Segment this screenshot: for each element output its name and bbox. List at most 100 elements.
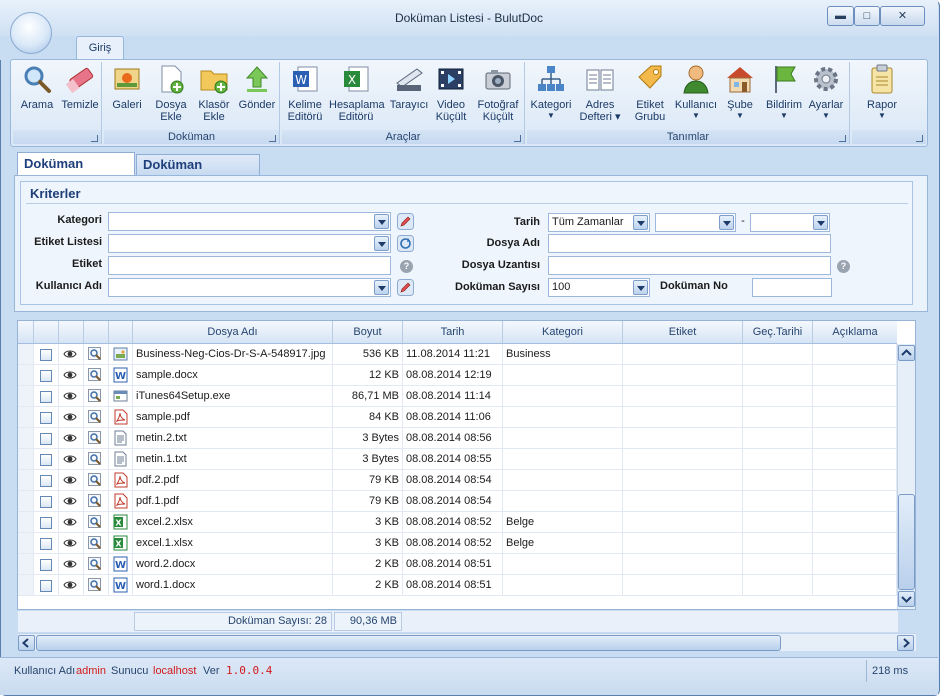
- preview-icon[interactable]: [88, 347, 102, 361]
- column-header-boyut[interactable]: Boyut: [333, 321, 403, 343]
- help-icon[interactable]: ?: [400, 260, 413, 273]
- column-header-etiket[interactable]: Etiket: [623, 321, 743, 343]
- kelime-editoru-button[interactable]: W Kelime Editörü: [283, 63, 327, 123]
- fotograf-kucult-button[interactable]: Fotoğraf Küçült: [473, 63, 523, 123]
- temizle-button[interactable]: Temizle: [57, 63, 103, 111]
- dosya-adi-input[interactable]: [548, 234, 831, 253]
- column-header-kategori[interactable]: Kategori: [503, 321, 623, 343]
- preview-icon[interactable]: [88, 431, 102, 445]
- dokuman-no-input[interactable]: [752, 278, 832, 297]
- edit-icon[interactable]: [397, 279, 414, 296]
- dosya-uzantisi-input[interactable]: [548, 256, 831, 275]
- tarih-from-select[interactable]: [655, 213, 736, 232]
- eye-icon[interactable]: [63, 432, 77, 444]
- etiket-listesi-select[interactable]: [108, 234, 391, 253]
- row-checkbox[interactable]: [40, 433, 52, 445]
- view-column-header[interactable]: [59, 321, 84, 343]
- scroll-thumb[interactable]: [898, 494, 915, 590]
- row-checkbox[interactable]: [40, 580, 52, 592]
- scroll-right-button[interactable]: [897, 635, 914, 651]
- chevron-down-icon[interactable]: [633, 215, 648, 230]
- row-checkbox[interactable]: [40, 349, 52, 361]
- table-row[interactable]: pdf.2.pdf 79 KB 08.08.2014 08:54: [18, 470, 897, 491]
- kategori-select[interactable]: [108, 212, 391, 231]
- tarayici-button[interactable]: Tarayıcı: [387, 63, 431, 111]
- arama-button[interactable]: Arama: [13, 63, 61, 111]
- row-checkbox[interactable]: [40, 475, 52, 487]
- column-header-gec-tarihi[interactable]: Geç.Tarihi: [743, 321, 813, 343]
- sube-button[interactable]: Şube ▼: [719, 63, 761, 120]
- help-icon[interactable]: ?: [837, 260, 850, 273]
- preview-icon[interactable]: [88, 410, 102, 424]
- eye-icon[interactable]: [63, 558, 77, 570]
- preview-icon[interactable]: [88, 452, 102, 466]
- rapor-button[interactable]: Rapor ▼: [860, 63, 904, 120]
- preview-column-header[interactable]: [84, 321, 109, 343]
- etiket-input[interactable]: [108, 256, 391, 275]
- vertical-scrollbar[interactable]: [897, 344, 915, 609]
- chevron-down-icon[interactable]: [374, 236, 389, 251]
- bildirim-button[interactable]: Bildirim ▼: [762, 63, 806, 120]
- galeri-button[interactable]: Galeri: [106, 63, 148, 111]
- gonder-button[interactable]: Gönder: [236, 63, 278, 111]
- table-row[interactable]: Xexcel.1.xlsx 3 KB 08.08.2014 08:52 Belge: [18, 533, 897, 554]
- eye-icon[interactable]: [63, 495, 77, 507]
- icon-column-header[interactable]: [109, 321, 133, 343]
- group-launcher-icon[interactable]: [839, 135, 846, 142]
- preview-icon[interactable]: [88, 536, 102, 550]
- table-row[interactable]: Wword.1.docx 2 KB 08.08.2014 08:51: [18, 575, 897, 596]
- klasor-ekle-button[interactable]: Klasör Ekle: [192, 63, 236, 123]
- dosya-ekle-button[interactable]: Dosya Ekle: [149, 63, 193, 123]
- row-checkbox[interactable]: [40, 517, 52, 529]
- table-row[interactable]: sample.pdf 84 KB 08.08.2014 11:06: [18, 407, 897, 428]
- scroll-down-button[interactable]: [898, 591, 915, 607]
- tab-dokuman-listesi[interactable]: Doküman Listesi: [17, 152, 135, 193]
- ribbon-tab-giris[interactable]: Giriş: [76, 36, 124, 59]
- table-row[interactable]: Xexcel.2.xlsx 3 KB 08.08.2014 08:52 Belge: [18, 512, 897, 533]
- preview-icon[interactable]: [88, 557, 102, 571]
- eye-icon[interactable]: [63, 411, 77, 423]
- preview-icon[interactable]: [88, 368, 102, 382]
- tarih-select[interactable]: Tüm Zamanlar: [548, 213, 650, 232]
- eye-icon[interactable]: [63, 579, 77, 591]
- kategori-button[interactable]: Kategori ▼: [528, 63, 574, 120]
- group-launcher-icon[interactable]: [916, 135, 923, 142]
- row-checkbox[interactable]: [40, 391, 52, 403]
- table-row[interactable]: pdf.1.pdf 79 KB 08.08.2014 08:54: [18, 491, 897, 512]
- preview-icon[interactable]: [88, 389, 102, 403]
- row-checkbox[interactable]: [40, 538, 52, 550]
- tarih-to-select[interactable]: [750, 213, 830, 232]
- chevron-down-icon[interactable]: [374, 214, 389, 229]
- column-header-aciklama[interactable]: Açıklama: [813, 321, 897, 343]
- chevron-down-icon[interactable]: [633, 280, 648, 295]
- preview-icon[interactable]: [88, 494, 102, 508]
- row-checkbox[interactable]: [40, 496, 52, 508]
- group-launcher-icon[interactable]: [269, 135, 276, 142]
- group-launcher-icon[interactable]: [91, 135, 98, 142]
- chevron-down-icon[interactable]: [374, 280, 389, 295]
- kullanici-adi-select[interactable]: [108, 278, 391, 297]
- eye-icon[interactable]: [63, 453, 77, 465]
- minimize-button[interactable]: ▬: [827, 6, 854, 26]
- group-launcher-icon[interactable]: [514, 135, 521, 142]
- select-column-header[interactable]: [34, 321, 59, 343]
- scroll-up-button[interactable]: [898, 345, 915, 361]
- preview-icon[interactable]: [88, 473, 102, 487]
- row-checkbox[interactable]: [40, 370, 52, 382]
- adres-defteri-button[interactable]: Adres Defteri ▾: [577, 63, 623, 123]
- eye-icon[interactable]: [63, 516, 77, 528]
- horizontal-scrollbar[interactable]: [18, 633, 916, 651]
- preview-icon[interactable]: [88, 578, 102, 592]
- table-row[interactable]: Wsample.docx 12 KB 08.08.2014 12:19: [18, 365, 897, 386]
- table-row[interactable]: iTunes64Setup.exe 86,71 MB 08.08.2014 11:1…: [18, 386, 897, 407]
- table-row[interactable]: metin.1.txt 3 Bytes 08.08.2014 08:55: [18, 449, 897, 470]
- column-header-tarih[interactable]: Tarih: [403, 321, 503, 343]
- row-checkbox[interactable]: [40, 412, 52, 424]
- chevron-down-icon[interactable]: [813, 215, 828, 230]
- eye-icon[interactable]: [63, 537, 77, 549]
- table-row[interactable]: Wword.2.docx 2 KB 08.08.2014 08:51: [18, 554, 897, 575]
- refresh-icon[interactable]: [397, 235, 414, 252]
- close-button[interactable]: ✕: [880, 6, 925, 26]
- preview-icon[interactable]: [88, 515, 102, 529]
- table-row[interactable]: metin.2.txt 3 Bytes 08.08.2014 08:56: [18, 428, 897, 449]
